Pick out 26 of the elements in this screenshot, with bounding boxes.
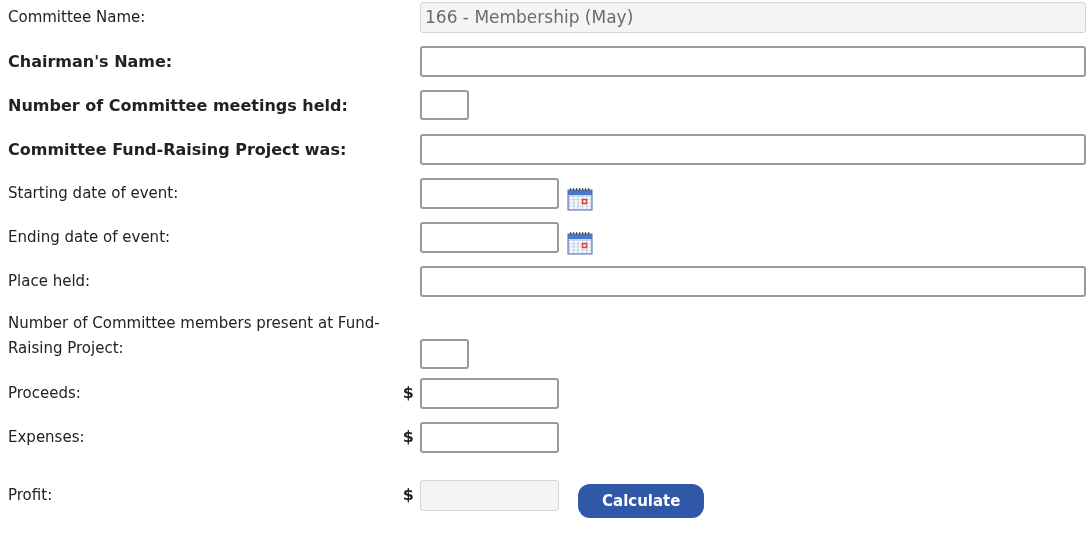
field-label: Profit: [8, 484, 53, 506]
input-field[interactable] [420, 45, 1086, 77]
currency-sign: $ [402, 382, 414, 404]
currency-sign: $ [402, 426, 414, 448]
input-field[interactable] [420, 421, 559, 453]
field-label: Number of Committee members present at Fund-Raising Project: [8, 313, 381, 359]
input-field[interactable] [420, 90, 469, 120]
calculate-button[interactable]: Calculate [578, 483, 705, 519]
field-label: Chairman's Name: [8, 50, 173, 73]
input-field[interactable] [420, 177, 559, 209]
input-field[interactable] [420, 133, 1086, 165]
field-label: Ending date of event: [8, 226, 171, 248]
calendar-icon[interactable] [567, 187, 593, 211]
currency-sign: $ [402, 484, 414, 506]
input-field[interactable] [420, 221, 559, 253]
field-label: Proceeds: [8, 382, 81, 404]
input-field[interactable] [420, 377, 559, 409]
calendar-icon[interactable] [567, 231, 593, 255]
field-label: Committee Fund-Raising Project was: [8, 138, 347, 161]
field-label: Number of Committee meetings held: [8, 94, 348, 117]
input-field[interactable] [420, 339, 469, 369]
field-label: Committee Name: [8, 6, 146, 28]
field-label: Expenses: [8, 426, 85, 448]
field-label: Place held: [8, 270, 91, 292]
field-label: Starting date of event: [8, 182, 179, 204]
input-field[interactable] [420, 265, 1086, 297]
